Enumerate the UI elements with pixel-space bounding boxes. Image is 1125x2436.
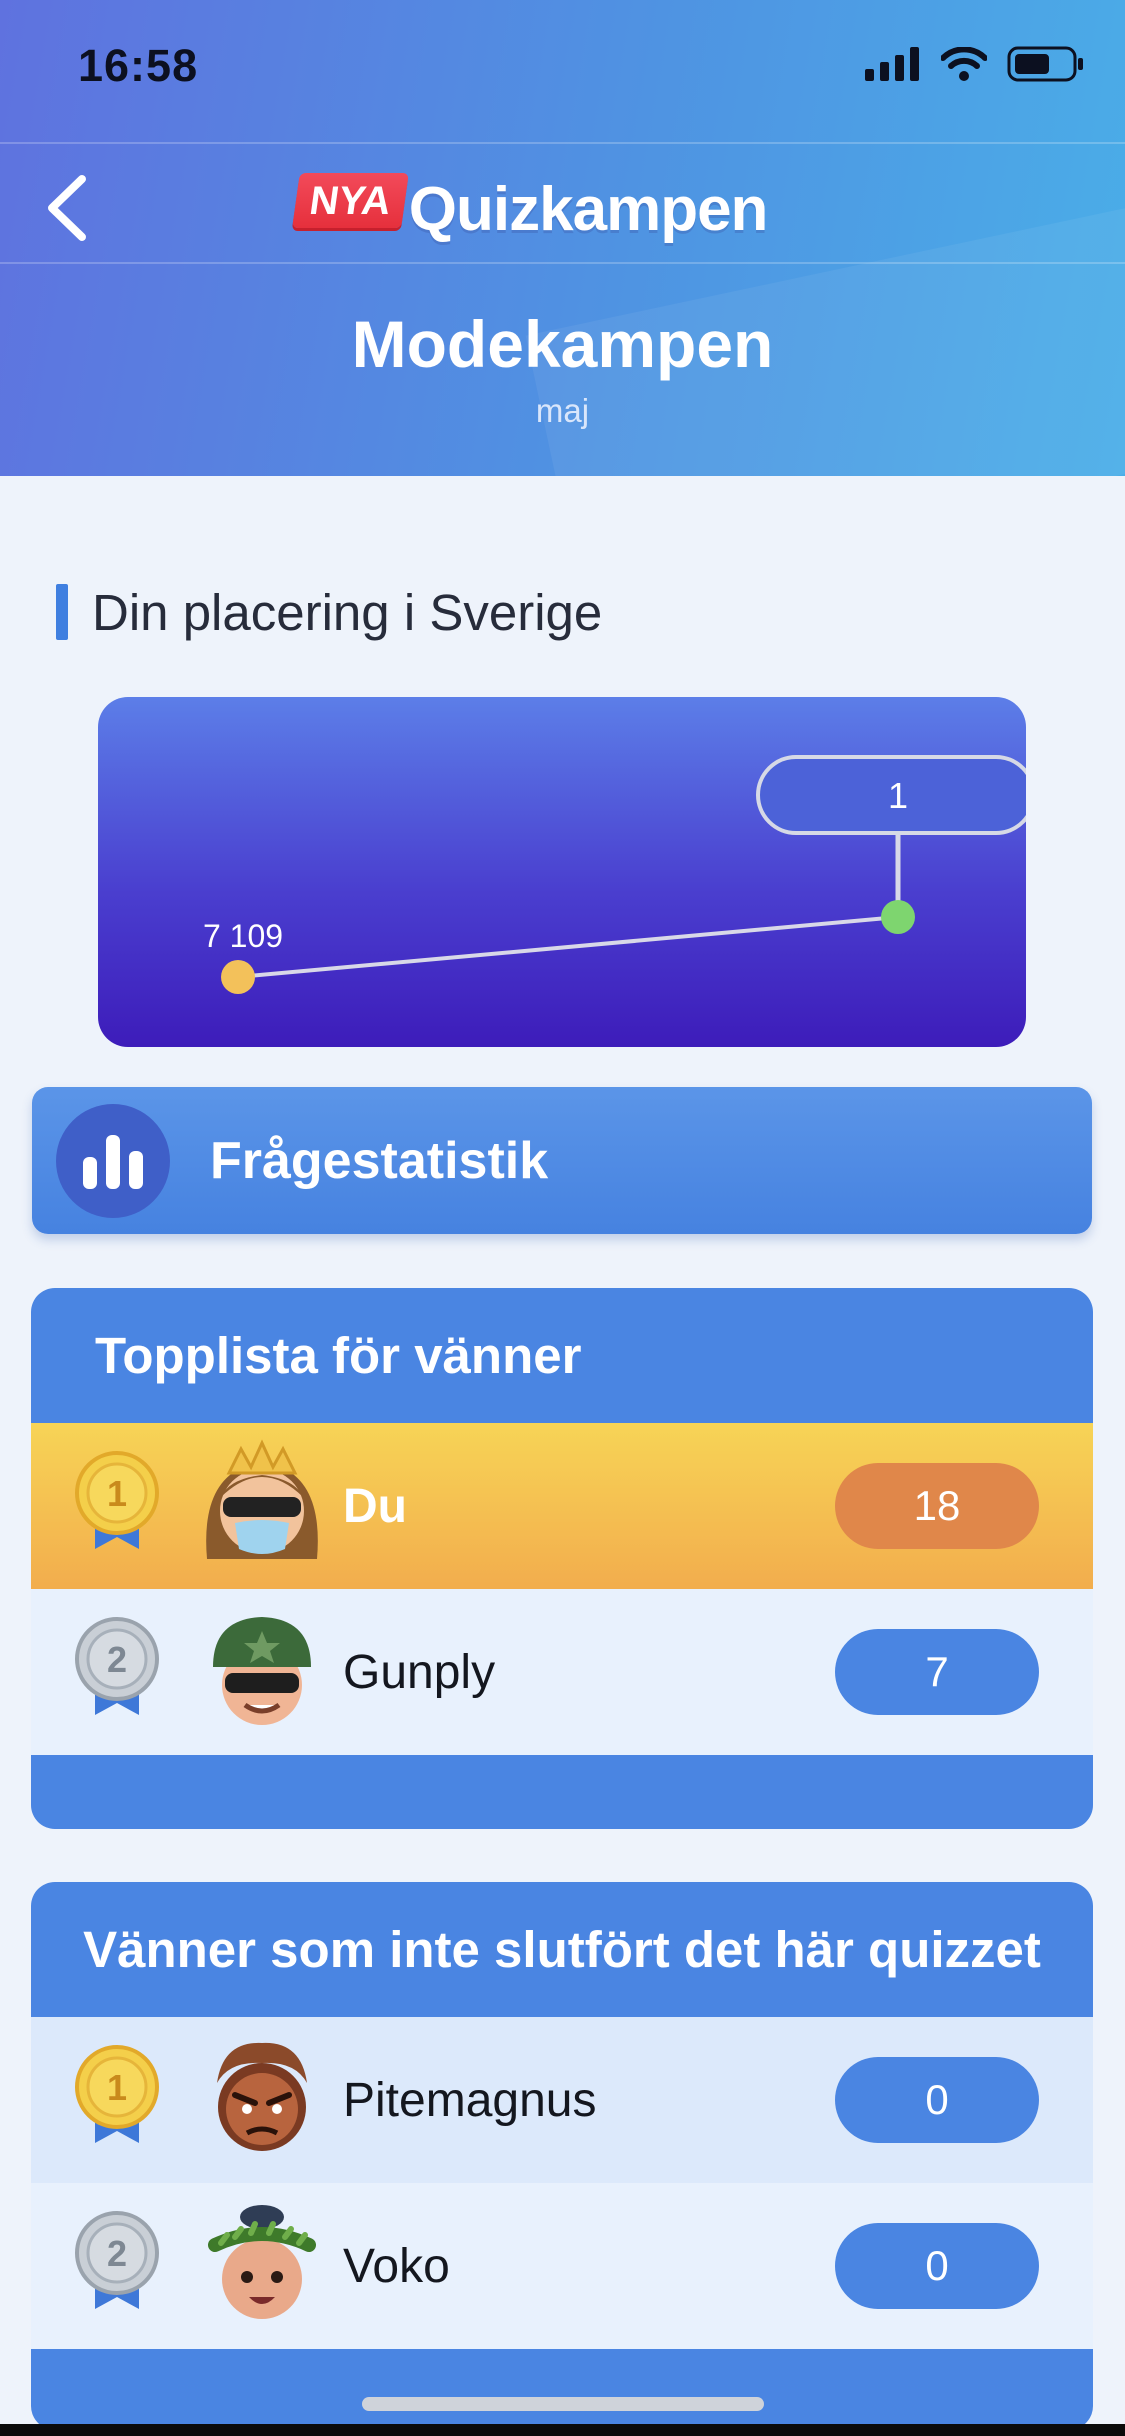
question-stats-button[interactable]: Frågestatistik xyxy=(32,1087,1092,1234)
score-pill: 0 xyxy=(835,2057,1039,2143)
placement-line xyxy=(237,915,899,979)
leaderboard-row[interactable]: 1 Du 18 xyxy=(31,1423,1093,1589)
logo-text: Quizkampen xyxy=(408,174,769,244)
player-name: Gunply xyxy=(343,1645,496,1699)
silver-medal-icon: 2 xyxy=(75,1617,159,1715)
gold-medal-icon: 1 xyxy=(75,1451,159,1549)
placement-chart: 7 109 1 xyxy=(203,755,1026,994)
placement-section-header: Din placering i Sverige xyxy=(56,582,602,642)
end-rank-label: 1 xyxy=(888,775,908,816)
app-logo: NYA Quizkampen xyxy=(292,164,769,254)
score-pill: 0 xyxy=(835,2223,1039,2309)
placement-section-title: Din placering i Sverige xyxy=(92,583,603,641)
placement-chart-card: 7 109 1 xyxy=(98,697,1026,1047)
score-pill: 18 xyxy=(835,1463,1039,1549)
header: 16:58 NYA Quizkampen Modekampen maj xyxy=(0,0,1125,476)
home-indicator[interactable] xyxy=(362,2397,764,2411)
soldier-avatar-icon xyxy=(213,1617,311,1725)
screen-bottom-edge xyxy=(0,2424,1125,2436)
section-accent-bar xyxy=(56,584,68,640)
unfinished-friends-list: Vänner som inte slutfört det här quizzet… xyxy=(31,1882,1093,2430)
page-subtitle: maj xyxy=(535,392,590,429)
chevron-left-icon xyxy=(48,175,86,241)
medal-rank: 1 xyxy=(107,2067,127,2108)
clock: 16:58 xyxy=(78,40,199,91)
question-stats-icon-circle xyxy=(56,1103,170,1218)
gold-medal-icon: 1 xyxy=(75,2045,159,2143)
score-pill: 7 xyxy=(835,1629,1039,1715)
unfinished-friends-title: Vänner som inte slutfört det här quizzet xyxy=(83,1921,1041,1978)
status-bar: 16:58 xyxy=(0,0,1125,140)
back-button[interactable] xyxy=(26,168,106,248)
player-name: Voko xyxy=(343,2239,450,2293)
silver-medal-icon: 2 xyxy=(75,2211,159,2309)
start-rank-point xyxy=(221,960,255,994)
leaderboard-footer xyxy=(31,1755,1093,1829)
system-icons xyxy=(865,46,1085,82)
page-title: Modekampen xyxy=(351,307,774,381)
nav-divider-top xyxy=(0,142,1125,144)
nav-divider-bottom xyxy=(0,262,1125,264)
friends-leaderboard: Topplista för vänner 1 Du 18 2 Gunply 7 xyxy=(31,1288,1093,1829)
friends-leaderboard-title: Topplista för vänner xyxy=(95,1327,582,1384)
battery-icon xyxy=(1007,46,1083,82)
medal-rank: 2 xyxy=(107,1639,127,1680)
leaderboard-row[interactable]: 1 Pitemagnus 0 xyxy=(31,2017,1093,2183)
medal-rank: 2 xyxy=(107,2233,127,2274)
leaderboard-row[interactable]: 2 Gunply 7 xyxy=(31,1589,1093,1755)
question-stats-label: Frågestatistik xyxy=(210,1131,549,1190)
queen-avatar-icon xyxy=(206,1439,318,1559)
start-rank-label: 7 109 xyxy=(203,918,283,954)
wifi-icon xyxy=(941,47,987,81)
bar-chart-icon xyxy=(83,1134,143,1189)
signal-icon xyxy=(865,47,919,81)
player-name: Pitemagnus xyxy=(343,2073,597,2127)
end-rank-point xyxy=(881,900,915,934)
leaderboard-row[interactable]: 2 Voko 0 xyxy=(31,2183,1093,2349)
player-name: Du xyxy=(343,1479,407,1533)
logo-badge: NYA xyxy=(292,172,409,228)
angry-avatar-icon xyxy=(217,2042,307,2151)
medal-rank: 1 xyxy=(107,1473,127,1514)
wreath-avatar-icon xyxy=(208,2205,316,2319)
